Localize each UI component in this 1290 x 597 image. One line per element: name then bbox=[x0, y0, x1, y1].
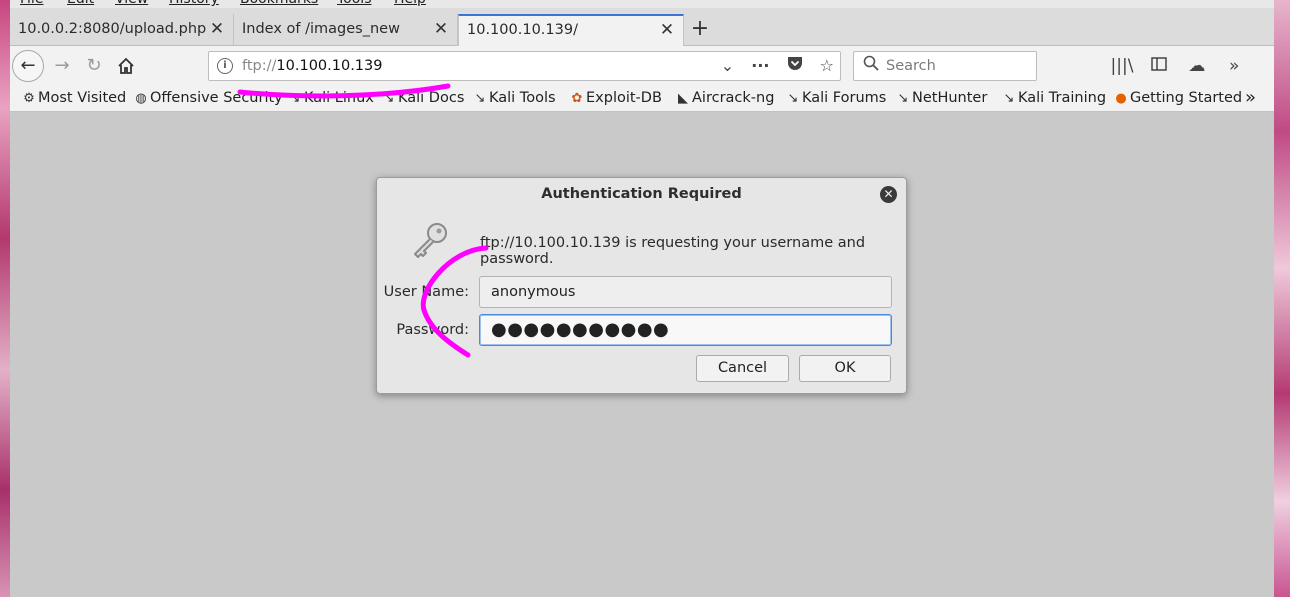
site-info-icon[interactable]: i bbox=[217, 58, 233, 74]
home-button[interactable] bbox=[112, 52, 140, 80]
password-label: Password: bbox=[396, 322, 469, 338]
url-scheme: ftp:// bbox=[242, 58, 277, 74]
url-text[interactable]: ftp://10.100.10.139 bbox=[242, 52, 383, 80]
screenshot-icon[interactable]: ☁ bbox=[1181, 52, 1213, 80]
pocket-icon[interactable] bbox=[787, 52, 803, 80]
bookmark-label: Aircrack-ng bbox=[692, 90, 775, 106]
bookmark-label: Kali Docs bbox=[398, 90, 465, 106]
bookmarks-toolbar: ⚙ Most Visited ◍ Offensive Security ↘ Kali … bbox=[10, 86, 1274, 112]
url-bar[interactable]: i ftp://10.100.10.139 ⌄ ··· ☆ bbox=[208, 51, 841, 81]
close-icon[interactable]: ✕ bbox=[209, 14, 225, 44]
desktop-background-right bbox=[1274, 0, 1290, 597]
tab-images-new[interactable]: Index of /images_new ✕ bbox=[234, 14, 458, 46]
back-button[interactable]: ← bbox=[12, 50, 44, 82]
bookmark-label: Most Visited bbox=[38, 90, 127, 106]
ok-button[interactable]: OK bbox=[799, 355, 891, 382]
dialog-message: ftp://10.100.10.139 is requesting your u… bbox=[480, 235, 866, 267]
bookmark-offensive-security[interactable]: ◍ Offensive Security bbox=[132, 86, 283, 110]
menu-edit[interactable]: Edit bbox=[67, 0, 94, 8]
bookmark-label: Exploit-DB bbox=[586, 90, 662, 106]
bookmark-label: Kali Tools bbox=[489, 90, 556, 106]
kali-icon: ↘ bbox=[289, 91, 301, 106]
desktop-background-left bbox=[0, 0, 10, 597]
aircrack-icon: ◣ bbox=[678, 91, 688, 106]
bookmark-aircrack-ng[interactable]: ◣ Aircrack-ng bbox=[674, 86, 774, 110]
tab-title: 10.0.0.2:8080/upload.php bbox=[18, 21, 207, 37]
menu-file[interactable]: File bbox=[20, 0, 43, 8]
kali-icon: ↘ bbox=[1003, 91, 1015, 106]
bookmark-getting-started[interactable]: ● Getting Started bbox=[1112, 86, 1242, 110]
bookmark-label: Kali Training bbox=[1018, 90, 1107, 106]
home-icon bbox=[118, 57, 134, 74]
bookmark-label: Offensive Security bbox=[150, 90, 283, 106]
exploit-db-icon: ✿ bbox=[571, 91, 583, 106]
bookmark-exploit-db[interactable]: ✿ Exploit-DB bbox=[568, 86, 662, 110]
bookmark-kali-forums[interactable]: ↘ Kali Forums bbox=[784, 86, 887, 110]
globe-icon: ◍ bbox=[135, 91, 147, 106]
arrow-right-icon: → bbox=[54, 55, 70, 76]
tab-upload[interactable]: 10.0.0.2:8080/upload.php ✕ bbox=[10, 14, 234, 46]
page-actions-icon[interactable]: ··· bbox=[751, 52, 769, 80]
bookmark-kali-docs[interactable]: ↘ Kali Docs bbox=[380, 86, 465, 110]
kali-icon: ↘ bbox=[787, 91, 799, 106]
menu-history[interactable]: History bbox=[169, 0, 219, 8]
bookmarks-overflow-chevron-icon[interactable]: » bbox=[1245, 86, 1256, 110]
tab-ftp-active[interactable]: 10.100.10.139/ ✕ bbox=[458, 14, 684, 46]
overflow-chevron-icon[interactable]: » bbox=[1218, 52, 1250, 80]
navigation-toolbar: ← → ↻ i ftp://10.100.10.139 ⌄ ··· ☆ Sear… bbox=[10, 46, 1274, 104]
sidebar-icon[interactable] bbox=[1143, 52, 1175, 80]
menu-bookmarks[interactable]: Bookmarks bbox=[240, 0, 318, 8]
search-bar[interactable]: Search bbox=[853, 51, 1037, 81]
kali-icon: ↘ bbox=[383, 91, 395, 106]
bookmark-kali-tools[interactable]: ↘ Kali Tools bbox=[471, 86, 556, 110]
tab-title: 10.100.10.139/ bbox=[467, 22, 578, 38]
search-input[interactable]: Search bbox=[886, 52, 936, 80]
arrow-left-icon: ← bbox=[20, 55, 36, 76]
bookmark-label: Kali Forums bbox=[802, 90, 887, 106]
close-icon[interactable]: ✕ bbox=[880, 186, 897, 203]
bookmark-kali-linux[interactable]: ↘ Kali Linux bbox=[286, 86, 374, 110]
bookmark-label: Kali Linux bbox=[304, 90, 374, 106]
toolbar-icons: |||\ ☁ » ≡ bbox=[1106, 52, 1274, 104]
url-host: 10.100.10.139 bbox=[276, 58, 383, 74]
bookmark-label: Getting Started bbox=[1130, 90, 1243, 106]
close-icon[interactable]: ✕ bbox=[659, 16, 675, 44]
auth-dialog: Authentication Required ✕ ftp://10.100.1… bbox=[376, 177, 907, 394]
cancel-button[interactable]: Cancel bbox=[696, 355, 789, 382]
url-actions: ⌄ ··· ☆ bbox=[709, 52, 834, 80]
chevron-down-icon[interactable]: ⌄ bbox=[721, 52, 734, 80]
firefox-icon: ● bbox=[1115, 91, 1127, 106]
dialog-title: Authentication Required bbox=[541, 186, 742, 202]
bookmark-star-icon[interactable]: ☆ bbox=[820, 52, 834, 80]
reload-button[interactable]: ↻ bbox=[80, 52, 108, 80]
close-icon[interactable]: ✕ bbox=[433, 14, 449, 44]
forward-button[interactable]: → bbox=[48, 52, 76, 80]
bookmark-nethunter[interactable]: ↘ NetHunter bbox=[894, 86, 988, 110]
menu-bar: File Edit View History Bookmarks Tools H… bbox=[10, 0, 1274, 8]
menu-tools[interactable]: Tools bbox=[337, 0, 372, 8]
tab-bar: 10.0.0.2:8080/upload.php ✕ Index of /ima… bbox=[10, 8, 1274, 46]
kali-icon: ↘ bbox=[474, 91, 486, 106]
library-icon[interactable]: |||\ bbox=[1106, 52, 1138, 80]
username-field[interactable]: anonymous bbox=[479, 276, 892, 308]
tab-title: Index of /images_new bbox=[242, 21, 400, 37]
menu-help[interactable]: Help bbox=[394, 0, 426, 8]
menu-view[interactable]: View bbox=[115, 0, 148, 8]
key-icon bbox=[414, 223, 447, 258]
gear-icon: ⚙ bbox=[23, 91, 35, 106]
new-tab-button[interactable]: + bbox=[687, 14, 713, 44]
password-field[interactable]: ●●●●●●●●●●● bbox=[479, 314, 892, 346]
bookmark-label: NetHunter bbox=[912, 90, 988, 106]
kali-icon: ↘ bbox=[897, 91, 909, 106]
reload-icon: ↻ bbox=[86, 55, 102, 76]
bookmark-most-visited[interactable]: ⚙ Most Visited bbox=[20, 86, 126, 110]
bookmark-kali-training[interactable]: ↘ Kali Training bbox=[1000, 86, 1106, 110]
username-label: User Name: bbox=[383, 284, 469, 300]
search-icon bbox=[863, 55, 879, 76]
